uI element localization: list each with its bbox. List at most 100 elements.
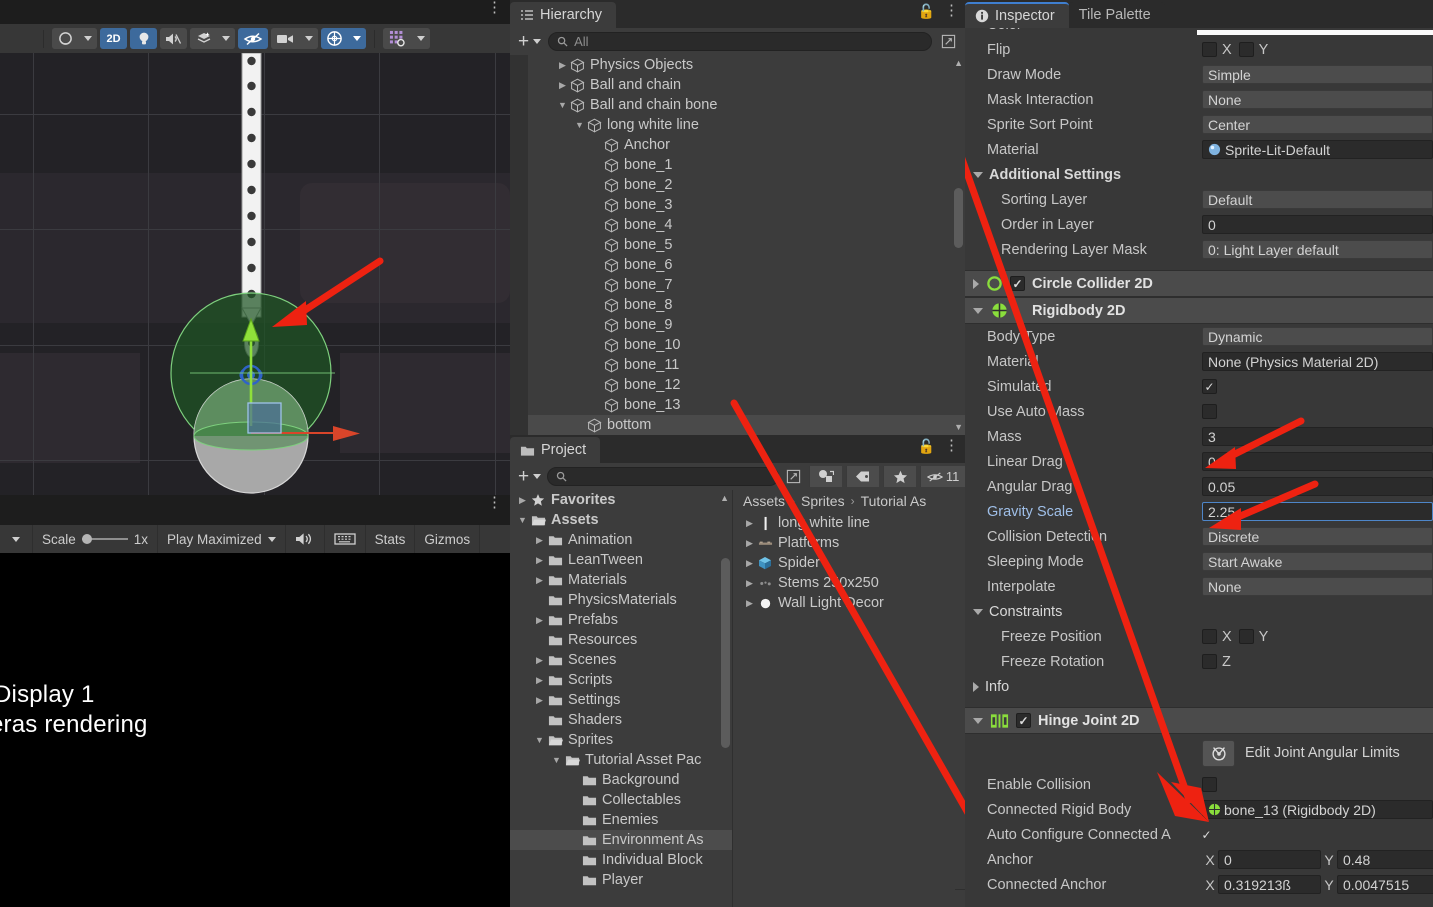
hierarchy-add-button[interactable]: + xyxy=(516,32,543,51)
hierarchy-item[interactable]: bone_11 xyxy=(510,355,965,375)
breadcrumb-item[interactable]: Tutorial As xyxy=(861,493,927,509)
circle-collider-enabled-checkbox[interactable]: ✓ xyxy=(1010,276,1025,291)
filter-by-type-icon[interactable] xyxy=(809,466,842,487)
project-folder-item[interactable]: ▶Settings xyxy=(510,690,732,710)
hierarchy-item[interactable]: Anchor xyxy=(510,135,965,155)
project-folder-item[interactable]: ▼Tutorial Asset Pac xyxy=(510,750,732,770)
stats-button[interactable]: Stats xyxy=(366,525,416,553)
hierarchy-scrollbar[interactable]: ▲ ▼ xyxy=(954,58,963,432)
grid-snap-dropdown-icon[interactable] xyxy=(412,28,430,49)
material-object-field[interactable]: Sprite-Lit-Default xyxy=(1202,140,1433,159)
mute-audio-icon[interactable] xyxy=(286,525,325,553)
info-foldout[interactable]: Info xyxy=(965,674,1433,699)
effects-icon[interactable] xyxy=(190,28,217,49)
freeze-rotation-z-checkbox[interactable] xyxy=(1202,654,1217,669)
project-folder-item[interactable]: Individual Block xyxy=(510,850,732,870)
angular-drag-input[interactable]: 0.05 xyxy=(1202,477,1433,496)
scale-slider[interactable]: Scale 1x xyxy=(33,525,158,553)
effects-dropdown-icon[interactable] xyxy=(217,28,235,49)
shading-mode-icon[interactable] xyxy=(52,28,79,49)
anchor-y-input[interactable]: 0.48 xyxy=(1337,850,1433,869)
component-header-circle-collider-2d[interactable]: ✓ Circle Collider 2D xyxy=(965,270,1433,297)
order-in-layer-input[interactable]: 0 xyxy=(1202,215,1433,234)
hierarchy-item[interactable]: bottom xyxy=(510,415,965,435)
interpolate-dropdown[interactable]: None xyxy=(1202,577,1433,596)
body-type-dropdown[interactable]: Dynamic xyxy=(1202,327,1433,346)
lighting-icon[interactable] xyxy=(130,28,157,49)
project-folder-item[interactable]: Shaders xyxy=(510,710,732,730)
scene-view-menu-icon[interactable]: ⋮ xyxy=(487,2,502,14)
toggle-2d-button[interactable]: 2D xyxy=(100,28,127,49)
breadcrumb-item[interactable]: Assets xyxy=(743,493,785,509)
project-lock-icon[interactable]: 🔓 xyxy=(918,439,935,453)
connected-anchor-x-input[interactable]: 0.319213ß xyxy=(1218,875,1321,894)
hierarchy-item[interactable]: ▼Ball and chain bone xyxy=(510,95,965,115)
sorting-layer-dropdown[interactable]: Default xyxy=(1202,190,1433,209)
component-header-hinge-joint-2d[interactable]: ✓ Hinge Joint 2D xyxy=(965,707,1433,734)
project-search-expand-icon[interactable] xyxy=(783,467,804,487)
hierarchy-item[interactable]: ▶Ball and chain xyxy=(510,75,965,95)
rendering-layer-mask-dropdown[interactable]: 0: Light Layer default xyxy=(1202,240,1433,259)
game-view-menu-icon[interactable]: ⋮ xyxy=(487,497,502,509)
freeze-position-y-checkbox[interactable] xyxy=(1239,629,1254,644)
project-folder-item[interactable]: ▶Animation xyxy=(510,530,732,550)
project-folder-item[interactable]: Environment As xyxy=(510,830,732,850)
flip-x-checkbox[interactable] xyxy=(1202,42,1217,57)
scene-camera-dropdown-icon[interactable] xyxy=(300,28,318,49)
asset-list-item[interactable]: ▶Platforms xyxy=(733,533,965,553)
linear-drag-input[interactable]: 0 xyxy=(1202,452,1433,471)
gizmos-dropdown-icon[interactable] xyxy=(348,28,366,49)
enable-collision-checkbox[interactable] xyxy=(1202,777,1217,792)
asset-list-item[interactable]: ▶Wall Light Decor xyxy=(733,593,965,613)
audio-icon[interactable] xyxy=(160,28,187,49)
tab-project[interactable]: Project xyxy=(510,437,600,463)
project-folder-item[interactable]: ▶Favorites xyxy=(510,490,732,510)
constraints-foldout[interactable]: Constraints xyxy=(965,599,1433,624)
shading-mode-group[interactable] xyxy=(52,28,97,49)
chevron-right-icon[interactable] xyxy=(973,279,979,289)
project-folder-tree[interactable]: ▲ ▶Favorites▼Assets▶Animation▶LeanTween▶… xyxy=(510,490,732,907)
project-add-button[interactable]: + xyxy=(516,467,543,486)
tab-inspector[interactable]: Inspector xyxy=(965,2,1069,28)
project-zoom-slider[interactable] xyxy=(955,889,965,907)
use-auto-mass-checkbox[interactable] xyxy=(1202,404,1217,419)
auto-configure-checkbox[interactable]: ✓ xyxy=(1199,827,1214,842)
hidden-objects-icon[interactable] xyxy=(238,28,268,49)
play-maximized-dropdown[interactable]: Play Maximized xyxy=(158,525,286,553)
draw-mode-dropdown[interactable]: Simple xyxy=(1202,65,1433,84)
hierarchy-item[interactable]: ▼long white line xyxy=(510,115,965,135)
component-header-rigidbody-2d[interactable]: Rigidbody 2D xyxy=(965,297,1433,324)
filter-by-label-icon[interactable] xyxy=(846,466,879,487)
asset-list-item[interactable]: ▶Spider xyxy=(733,553,965,573)
project-asset-list[interactable]: Assets›Sprites›Tutorial As ▶long white l… xyxy=(732,490,965,907)
anchor-x-input[interactable]: 0 xyxy=(1218,850,1321,869)
rb-material-object-field[interactable]: None (Physics Material 2D) xyxy=(1202,352,1433,371)
scale-slider-track[interactable] xyxy=(82,538,128,540)
asset-list-item[interactable]: ▶Stems 250x250 xyxy=(733,573,965,593)
asset-list-item[interactable]: ▶long white line xyxy=(733,513,965,533)
hierarchy-item[interactable]: bone_12 xyxy=(510,375,965,395)
gizmos-icon[interactable] xyxy=(321,28,348,49)
hierarchy-item[interactable]: bone_8 xyxy=(510,295,965,315)
project-folder-item[interactable]: Player xyxy=(510,870,732,890)
flip-y-checkbox[interactable] xyxy=(1239,42,1254,57)
sprite-sort-point-dropdown[interactable]: Center xyxy=(1202,115,1433,134)
sleeping-mode-dropdown[interactable]: Start Awake xyxy=(1202,552,1433,571)
project-folder-item[interactable]: ▶LeanTween xyxy=(510,550,732,570)
hierarchy-menu-icon[interactable]: ⋮ xyxy=(944,5,959,17)
project-folder-item[interactable]: Background xyxy=(510,770,732,790)
tab-hierarchy[interactable]: Hierarchy xyxy=(510,2,616,28)
project-folder-item[interactable]: Enemies xyxy=(510,810,732,830)
shading-mode-dropdown-icon[interactable] xyxy=(79,28,97,49)
hierarchy-item[interactable]: bone_9 xyxy=(510,315,965,335)
hierarchy-item[interactable]: ▶Physics Objects xyxy=(510,55,965,75)
mask-interaction-dropdown[interactable]: None xyxy=(1202,90,1433,109)
chevron-down-icon[interactable] xyxy=(973,308,983,314)
tab-tile-palette[interactable]: Tile Palette xyxy=(1069,2,1165,28)
favorites-star-icon[interactable] xyxy=(883,466,916,487)
scene-camera-icon[interactable] xyxy=(271,28,300,49)
chevron-down-icon[interactable] xyxy=(973,718,983,724)
project-folder-item[interactable]: ▶Scripts xyxy=(510,670,732,690)
project-folder-item[interactable]: ▼Sprites xyxy=(510,730,732,750)
connected-anchor-y-input[interactable]: 0.0047515 xyxy=(1337,875,1433,894)
